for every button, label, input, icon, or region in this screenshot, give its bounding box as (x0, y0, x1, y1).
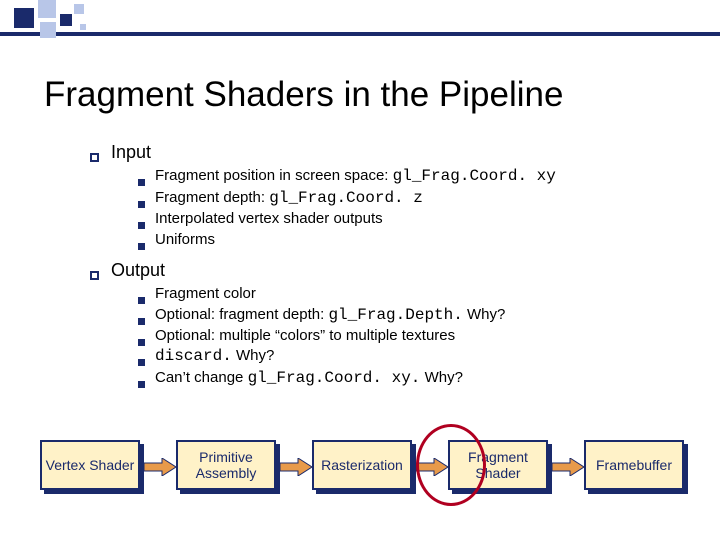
bullet-item: Optional: fragment depth: gl_Frag.Depth.… (138, 305, 670, 327)
section-label: Input (111, 140, 151, 164)
bullet-item: Uniforms (138, 230, 670, 250)
code-text: gl_Frag.Coord. z (269, 189, 423, 207)
pipeline-stage: Fragment Shader (448, 440, 552, 494)
bullet-item: Interpolated vertex shader outputs (138, 209, 670, 229)
pipeline-stage-label: Fragment Shader (448, 440, 548, 490)
solid-square-bullet-icon (138, 339, 145, 346)
pipeline-stage: Framebuffer (584, 440, 688, 494)
bullet-text: Interpolated vertex shader outputs (155, 209, 383, 229)
bullet-text: Can’t change gl_Frag.Coord. xy. Why? (155, 368, 463, 390)
solid-square-bullet-icon (138, 222, 145, 229)
pipeline-stage-label: Framebuffer (584, 440, 684, 490)
sub-list: Fragment position in screen space: gl_Fr… (138, 166, 670, 250)
code-text: gl_Frag.Coord. xy. (248, 369, 421, 387)
pipeline-stage-label: Rasterization (312, 440, 412, 490)
arrow-right-icon (144, 458, 176, 476)
arrow-right-icon (280, 458, 312, 476)
bullet-item: Fragment color (138, 284, 670, 304)
slide-title: Fragment Shaders in the Pipeline (44, 75, 563, 115)
bullet-item: Optional: multiple “colors” to multiple … (138, 326, 670, 346)
bullet-text: Optional: fragment depth: gl_Frag.Depth.… (155, 305, 505, 327)
pipeline-diagram: Vertex Shader Primitive Assembly Rasteriza… (40, 440, 700, 494)
slide-content: InputFragment position in screen space: … (90, 140, 670, 398)
pipeline-stage-label: Primitive Assembly (176, 440, 276, 490)
solid-square-bullet-icon (138, 297, 145, 304)
solid-square-bullet-icon (138, 359, 145, 366)
header-decoration (0, 0, 720, 50)
arrow-right-icon (416, 458, 448, 476)
pipeline-stage: Rasterization (312, 440, 416, 494)
solid-square-bullet-icon (138, 179, 145, 186)
pipeline-stage-label: Vertex Shader (40, 440, 140, 490)
arrow-right-icon (552, 458, 584, 476)
pipeline-stage: Primitive Assembly (176, 440, 280, 494)
solid-square-bullet-icon (138, 201, 145, 208)
bullet-item: Fragment depth: gl_Frag.Coord. z (138, 188, 670, 210)
bullet-text: Fragment color (155, 284, 256, 304)
bullet-item: Can’t change gl_Frag.Coord. xy. Why? (138, 368, 670, 390)
solid-square-bullet-icon (138, 381, 145, 388)
solid-square-bullet-icon (138, 318, 145, 325)
hollow-square-bullet-icon (90, 153, 99, 162)
bullet-text: Fragment depth: gl_Frag.Coord. z (155, 188, 423, 210)
code-text: gl_Frag.Coord. xy (393, 167, 556, 185)
pipeline-stage: Vertex Shader (40, 440, 144, 494)
bullet-text: Uniforms (155, 230, 215, 250)
bullet-text: discard. Why? (155, 346, 274, 368)
hollow-square-bullet-icon (90, 271, 99, 280)
sub-list: Fragment colorOptional: fragment depth: … (138, 284, 670, 389)
bullet-item: Fragment position in screen space: gl_Fr… (138, 166, 670, 188)
bullet-text: Optional: multiple “colors” to multiple … (155, 326, 455, 346)
solid-square-bullet-icon (138, 243, 145, 250)
bullet-item: discard. Why? (138, 346, 670, 368)
section-header: Input (90, 140, 670, 164)
bullet-text: Fragment position in screen space: gl_Fr… (155, 166, 556, 188)
code-text: discard. (155, 347, 232, 365)
section-label: Output (111, 258, 165, 282)
section-header: Output (90, 258, 670, 282)
code-text: gl_Frag.Depth. (328, 306, 462, 324)
